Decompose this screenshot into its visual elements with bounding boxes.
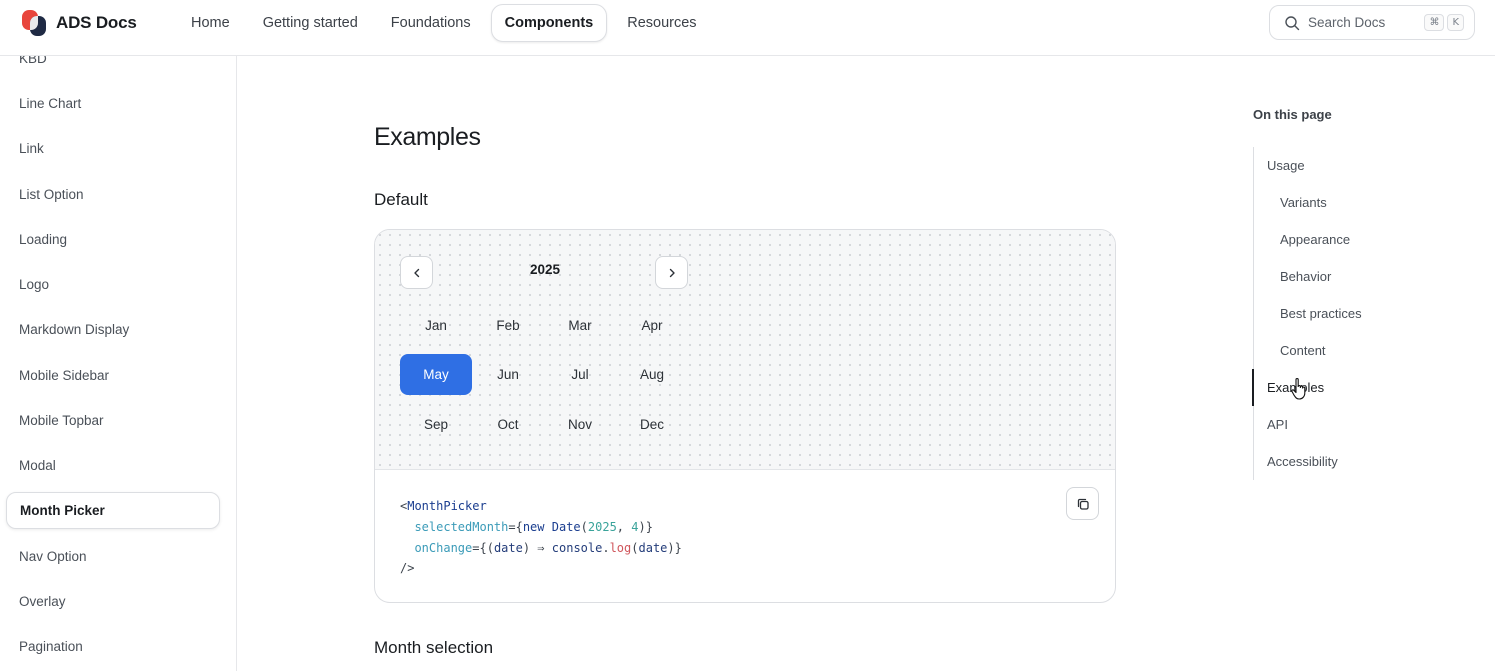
sidebar-item-mobile-topbar[interactable]: Mobile Topbar xyxy=(6,402,220,439)
sidebar-item-markdown-display[interactable]: Markdown Display xyxy=(6,311,220,348)
code-attr-on-change: onChange xyxy=(414,540,473,555)
code-month-arg: 4 xyxy=(631,519,639,534)
toc-item-behavior[interactable]: Behavior xyxy=(1280,269,1331,284)
sidebar-item-loading[interactable]: Loading xyxy=(6,221,220,258)
toc-item-appearance[interactable]: Appearance xyxy=(1280,232,1350,247)
month-mar[interactable]: Mar xyxy=(544,305,616,346)
code-component-name: MonthPicker xyxy=(407,499,487,513)
code-date-constructor: Date xyxy=(551,519,581,534)
shortcut-k-key: K xyxy=(1447,14,1464,31)
month-may-selected[interactable]: May xyxy=(400,354,472,395)
main-nav: Home Getting started Foundations Compone… xyxy=(178,4,717,42)
copy-code-button[interactable] xyxy=(1066,487,1099,520)
nav-resources[interactable]: Resources xyxy=(614,4,709,42)
copy-icon xyxy=(1077,498,1089,510)
search-icon xyxy=(1285,15,1300,30)
sidebar-item-line-chart[interactable]: Line Chart xyxy=(6,85,220,122)
toc-item-content[interactable]: Content xyxy=(1280,343,1326,358)
sidebar-item-list-option[interactable]: List Option xyxy=(6,176,220,213)
month-jan[interactable]: Jan xyxy=(400,305,472,346)
month-jul[interactable]: Jul xyxy=(544,354,616,395)
month-jun[interactable]: Jun xyxy=(472,354,544,395)
code-arrow: ⇒ xyxy=(537,540,545,555)
section-heading-month-selection: Month selection xyxy=(374,638,494,657)
sidebar-item-logo[interactable]: Logo xyxy=(6,266,220,303)
code-param: date xyxy=(493,540,523,555)
brand[interactable]: ADS Docs xyxy=(22,10,137,36)
month-oct[interactable]: Oct xyxy=(472,404,544,445)
shortcut-mod-key: ⌘ xyxy=(1424,14,1445,31)
month-sep[interactable]: Sep xyxy=(400,404,472,445)
toc-item-variants[interactable]: Variants xyxy=(1280,195,1327,210)
code-new-keyword: new xyxy=(522,519,545,534)
sidebar-item-month-picker[interactable]: Month Picker xyxy=(6,492,220,529)
toc-active-indicator xyxy=(1252,369,1254,406)
search-placeholder: Search Docs xyxy=(1308,15,1386,30)
toc-title: On this page xyxy=(1253,107,1332,122)
year-label: 2025 xyxy=(529,262,561,277)
hand-pointer-cursor-icon xyxy=(1291,377,1306,400)
toc-item-best-practices[interactable]: Best practices xyxy=(1280,306,1362,321)
toc-item-usage[interactable]: Usage xyxy=(1267,158,1305,173)
sidebar: KBD Line Chart Link List Option Loading … xyxy=(0,56,237,671)
toc-rail xyxy=(1253,147,1254,480)
example-card: 2025 Jan Feb Mar Apr May Jun Jul Aug Sep… xyxy=(374,229,1116,603)
month-feb[interactable]: Feb xyxy=(472,305,544,346)
sidebar-item-link[interactable]: Link xyxy=(6,130,220,167)
sidebar-item-pagination[interactable]: Pagination xyxy=(6,628,220,665)
month-aug[interactable]: Aug xyxy=(616,354,688,395)
page-heading-examples: Examples xyxy=(374,123,481,151)
ads-logo-icon xyxy=(22,10,46,36)
sidebar-item-overlay[interactable]: Overlay xyxy=(6,583,220,620)
nav-home[interactable]: Home xyxy=(178,4,243,42)
code-snippet: <MonthPicker selectedMonth={new Date(202… xyxy=(400,499,682,576)
code-attr-selected-month: selectedMonth xyxy=(414,519,509,534)
code-year-arg: 2025 xyxy=(587,519,617,534)
sidebar-item-modal[interactable]: Modal xyxy=(6,447,220,484)
chevron-right-icon xyxy=(669,268,675,277)
nav-getting-started[interactable]: Getting started xyxy=(250,4,371,42)
code-log-arg: date xyxy=(638,540,668,555)
code-tag-close: /> xyxy=(400,561,415,576)
top-navigation-bar: ADS Docs Home Getting started Foundation… xyxy=(0,0,1495,56)
code-log: log xyxy=(609,540,632,555)
month-nov[interactable]: Nov xyxy=(544,404,616,445)
next-year-button[interactable] xyxy=(655,256,688,289)
chevron-left-icon xyxy=(413,268,419,277)
section-heading-default: Default xyxy=(374,190,428,209)
search-input[interactable]: Search Docs ⌘ K xyxy=(1269,5,1475,40)
sidebar-item-mobile-sidebar[interactable]: Mobile Sidebar xyxy=(6,357,220,394)
nav-foundations[interactable]: Foundations xyxy=(378,4,484,42)
month-apr[interactable]: Apr xyxy=(616,305,688,346)
month-dec[interactable]: Dec xyxy=(616,404,688,445)
previous-year-button[interactable] xyxy=(400,256,433,289)
sidebar-item-kbd[interactable]: KBD xyxy=(6,56,220,77)
toc-item-accessibility[interactable]: Accessibility xyxy=(1267,454,1338,469)
month-picker-preview: 2025 Jan Feb Mar Apr May Jun Jul Aug Sep… xyxy=(375,230,1115,470)
code-console: console xyxy=(551,540,603,555)
brand-name: ADS Docs xyxy=(56,13,137,32)
nav-components[interactable]: Components xyxy=(490,4,608,42)
sidebar-item-nav-option[interactable]: Nav Option xyxy=(6,538,220,575)
toc-item-api[interactable]: API xyxy=(1267,417,1288,432)
